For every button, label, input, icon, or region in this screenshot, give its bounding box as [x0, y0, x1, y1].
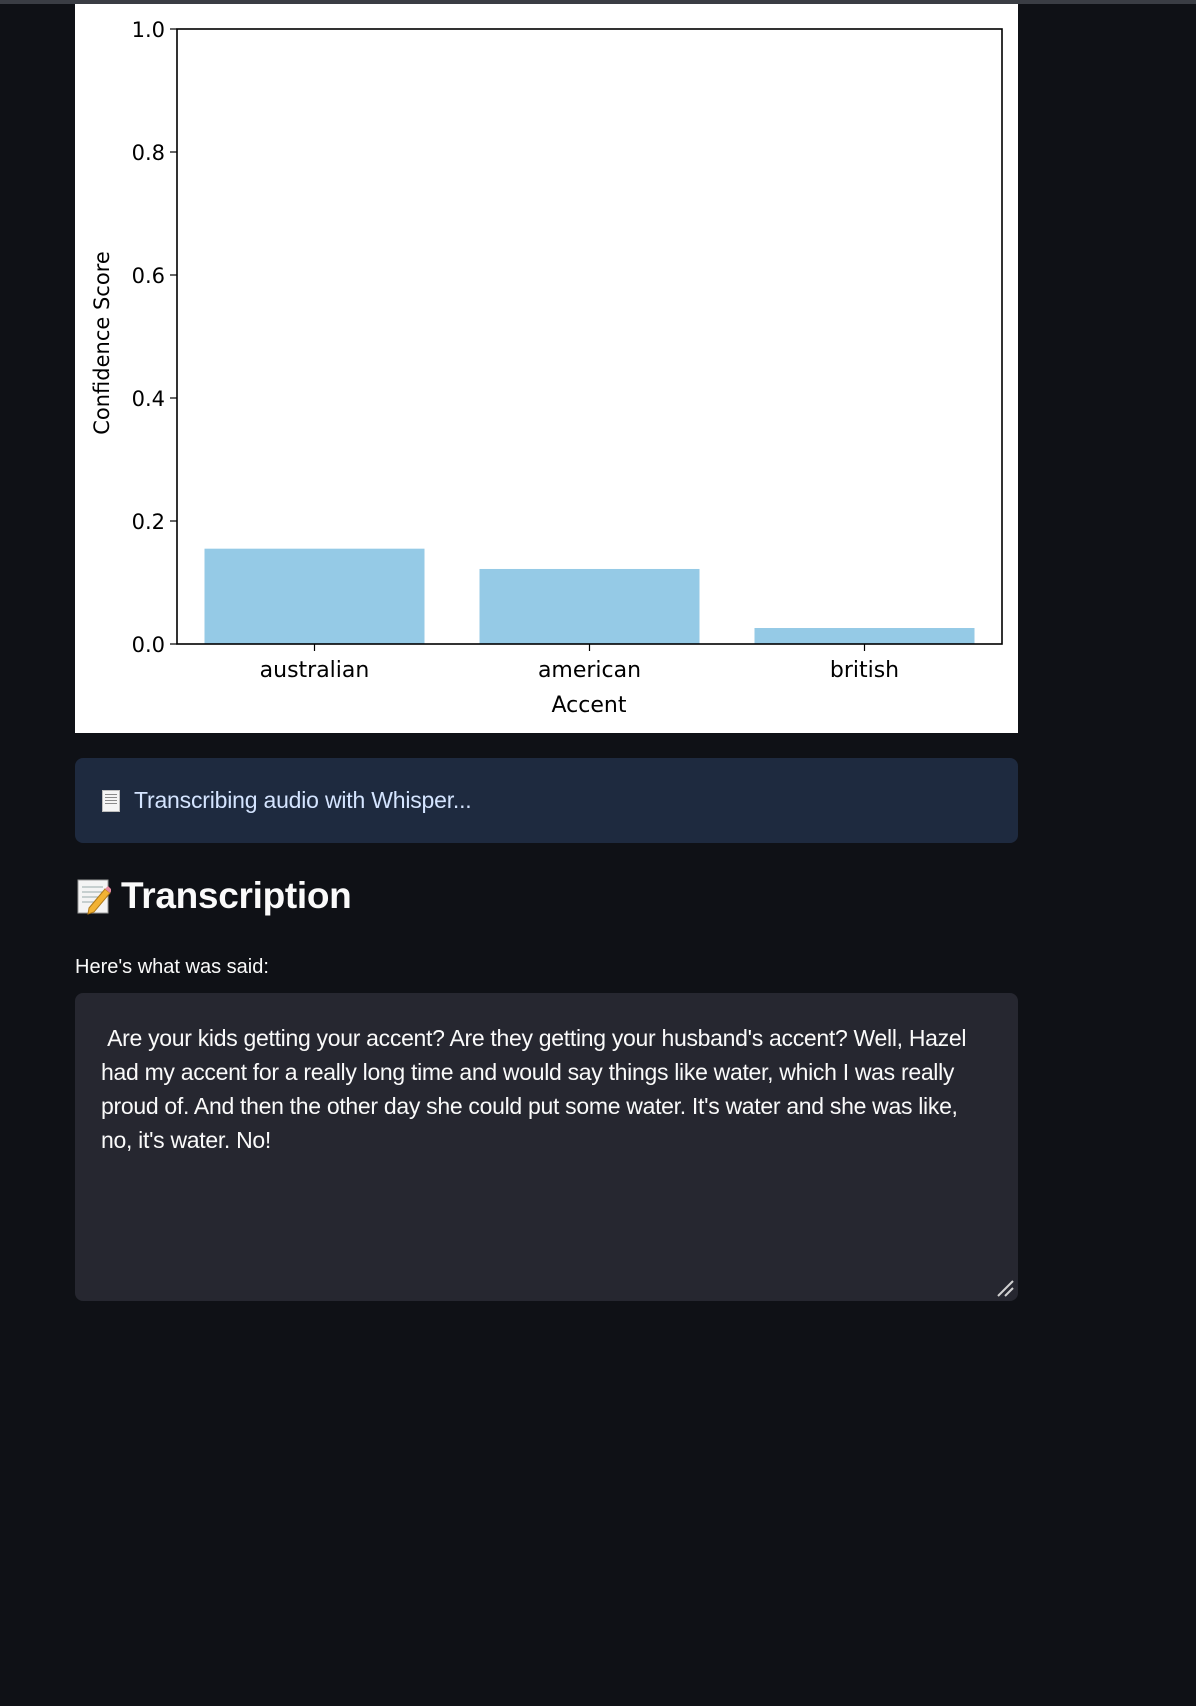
section-title: Transcription	[121, 875, 352, 916]
y-tick-label: 0.4	[132, 387, 165, 411]
y-tick-label: 0.8	[132, 141, 165, 165]
bar-american	[479, 568, 700, 644]
status-text: Transcribing audio with Whisper...	[134, 787, 472, 813]
transcription-textarea[interactable]: Are your kids getting your accent? Are t…	[75, 993, 1018, 1301]
transcription-heading: Transcription	[77, 875, 352, 917]
y-tick-label: 0.2	[132, 510, 165, 534]
accent-confidence-chart: Confidence Score Accent australian americ…	[75, 4, 1018, 733]
y-tick-label: 1.0	[132, 18, 165, 42]
y-axis-label: Confidence Score	[90, 251, 114, 435]
y-tick-label: 0.6	[132, 264, 165, 288]
x-axis-label: Accent	[552, 693, 627, 718]
bar-british	[754, 628, 975, 644]
y-tick-label: 0.0	[132, 633, 165, 657]
x-tick-label-british: british	[830, 658, 899, 683]
chart-svg: Confidence Score Accent australian americ…	[90, 18, 1003, 718]
bar-australian	[204, 548, 425, 644]
x-tick-label-australian: australian	[260, 658, 370, 683]
x-tick-label-american: american	[538, 658, 641, 683]
page-with-text-icon	[102, 789, 120, 812]
transcribing-status-alert: Transcribing audio with Whisper...	[75, 758, 1018, 843]
memo-icon	[77, 879, 111, 915]
transcription-text[interactable]: Are your kids getting your accent? Are t…	[101, 1021, 991, 1157]
resize-handle-icon[interactable]	[994, 1277, 1016, 1299]
transcription-field-label: Here's what was said:	[75, 956, 269, 978]
